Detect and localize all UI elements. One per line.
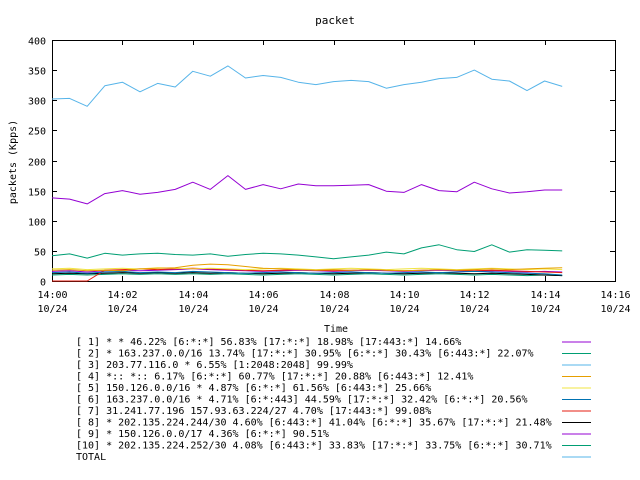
x-tick-date: 10/24 bbox=[600, 304, 630, 315]
x-tick-date: 10/24 bbox=[107, 304, 137, 315]
x-tick-date: 10/24 bbox=[530, 304, 560, 315]
y-tick-label: 250 bbox=[28, 127, 46, 138]
legend-label: [ 8] * 202.135.224.244/30 4.60% [6:443:*… bbox=[76, 418, 552, 429]
series-line-1 bbox=[51, 175, 563, 205]
y-tick-label: 350 bbox=[28, 67, 46, 78]
legend-label: TOTAL bbox=[76, 452, 106, 463]
legend-label: [ 4] *:: *:: 6.17% [6:*:*] 60.77% [17:*:… bbox=[76, 372, 473, 383]
legend-label: [10] * 202.135.224.252/30 4.08% [6:443:*… bbox=[76, 441, 552, 452]
series-line-10 bbox=[51, 273, 563, 277]
legend-label: [ 3] 203.77.116.0 * 6.55% [1:2048:2048] … bbox=[76, 360, 353, 371]
y-tick-label: 400 bbox=[28, 37, 46, 48]
y-tick-label: 50 bbox=[34, 248, 46, 259]
packet-chart: packet packets (Kpps) Time 0 50 100 150 200 2… bbox=[8, 14, 631, 463]
x-tick-time: 14:14 bbox=[530, 290, 560, 301]
legend: [ 1] * * 46.22% [6:*:*] 56.83% [17:*:*] … bbox=[76, 337, 591, 463]
y-tick-label: 200 bbox=[28, 158, 46, 169]
legend-label: [ 6] 163.237.0.0/16 * 4.71% [6:*:443] 44… bbox=[76, 395, 528, 406]
x-tick-date: 10/24 bbox=[248, 304, 278, 315]
x-tick-time: 14:10 bbox=[389, 290, 419, 301]
legend-label: [ 5] 150.126.0.0/16 * 4.87% [6:*:*] 61.5… bbox=[76, 383, 431, 394]
x-tick-time: 14:12 bbox=[459, 290, 489, 301]
series-lines bbox=[51, 65, 563, 282]
x-tick-time: 14:00 bbox=[37, 290, 67, 301]
x-axis-label: Time bbox=[324, 324, 348, 335]
x-tick-date: 10/24 bbox=[459, 304, 489, 315]
x-tick-time: 14:02 bbox=[107, 290, 137, 301]
series-line-4 bbox=[51, 263, 563, 272]
plot-frame bbox=[52, 40, 616, 282]
y-tick-label: 100 bbox=[28, 218, 46, 229]
x-tick-time: 14:06 bbox=[248, 290, 278, 301]
x-tick-time: 14:08 bbox=[319, 290, 349, 301]
chart-title: packet bbox=[315, 14, 355, 27]
y-tick-label: 150 bbox=[28, 188, 46, 199]
y-axis-label: packets (Kpps) bbox=[8, 120, 19, 204]
y-tick-label: 300 bbox=[28, 97, 46, 108]
series-line-2 bbox=[51, 244, 563, 260]
series-line-3 bbox=[51, 65, 563, 107]
x-tick-date: 10/24 bbox=[389, 304, 419, 315]
legend-label: [ 1] * * 46.22% [6:*:*] 56.83% [17:*:*] … bbox=[76, 337, 461, 348]
legend-label: [ 7] 31.241.77.196 157.93.63.224/27 4.70… bbox=[76, 406, 431, 417]
x-tick-time: 14:16 bbox=[600, 290, 630, 301]
legend-label: [ 2] * 163.237.0.0/16 13.74% [17:*:*] 30… bbox=[76, 349, 534, 360]
x-tick-time: 14:04 bbox=[178, 290, 208, 301]
legend-label: [ 9] * 150.126.0.0/17 4.36% [6:*:*] 90.5… bbox=[76, 429, 329, 440]
x-tick-date: 10/24 bbox=[319, 304, 349, 315]
x-tick-date: 10/24 bbox=[37, 304, 67, 315]
y-tick-label: 0 bbox=[40, 278, 46, 289]
x-tick-date: 10/24 bbox=[178, 304, 208, 315]
